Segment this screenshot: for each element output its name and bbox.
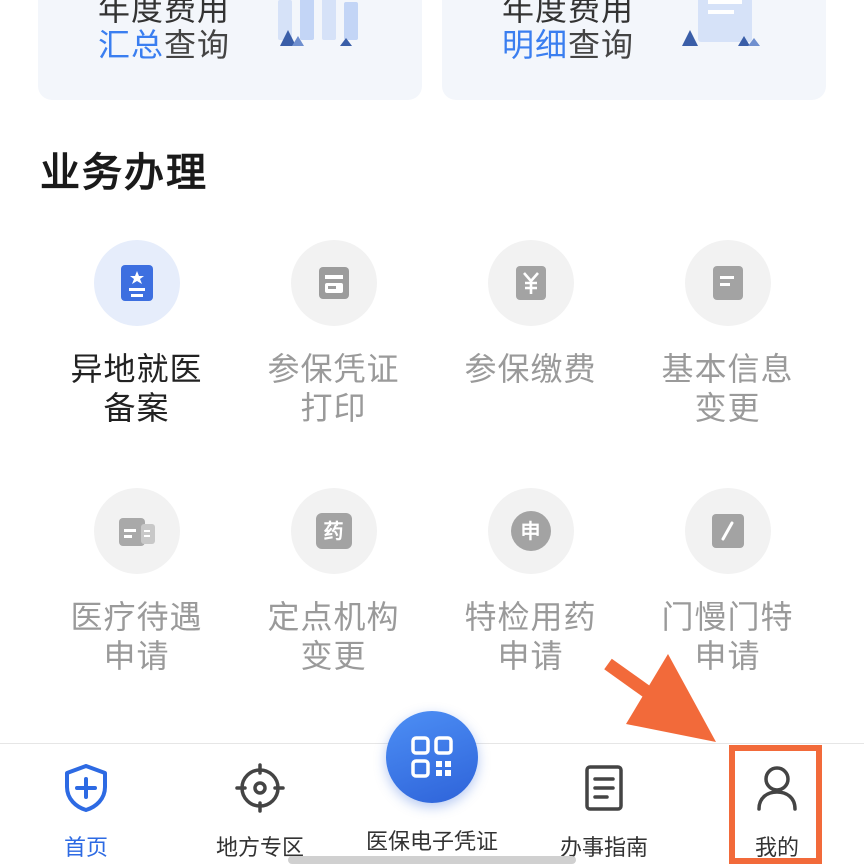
grid-item-remote-medical-filing[interactable]: 异地就医 备案 <box>38 240 235 428</box>
id-card-icon <box>93 240 180 326</box>
section-title: 业务办理 <box>40 150 208 196</box>
grid-item-basic-info-change[interactable]: 基本信息 变更 <box>629 240 826 428</box>
e-voucher-button[interactable] <box>386 711 478 803</box>
grid-item-designated-institution-change[interactable]: 药 定点机构 变更 <box>235 488 432 676</box>
annual-summary-card[interactable]: 年度费用 汇总查询 <box>38 0 422 100</box>
grid-item-chronic-special-disease-application[interactable]: 门慢门特 申请 <box>629 488 826 676</box>
grid-item-insurance-payment[interactable]: 参保缴费 <box>432 240 629 389</box>
card-subtitle: 汇总查询 <box>98 26 231 64</box>
nav-local-zone[interactable]: 地方专区 <box>180 762 340 862</box>
location-target-icon <box>180 762 340 814</box>
card-icon <box>93 488 180 574</box>
grid-item-label: 参保凭证 打印 <box>267 350 400 427</box>
printer-icon <box>290 240 377 326</box>
annual-detail-card[interactable]: 年度费用 明细查询 <box>442 0 826 100</box>
qr-code-icon <box>411 736 453 778</box>
card-subtitle: 明细查询 <box>502 26 635 64</box>
grid-item-label: 参保缴费 <box>464 350 597 388</box>
grid-item-special-exam-drug-application[interactable]: 申 特检用药 申请 <box>432 488 629 676</box>
document-illustration-icon <box>682 0 760 46</box>
nav-home[interactable]: 首页 <box>6 762 166 862</box>
grid-item-label: 异地就医 备案 <box>70 350 203 427</box>
home-indicator <box>288 856 576 864</box>
nav-guide[interactable]: 办事指南 <box>524 762 684 862</box>
grid-item-label: 医疗待遇 申请 <box>70 598 203 675</box>
medicine-icon: 药 <box>290 488 377 574</box>
yuan-icon <box>487 240 574 326</box>
apply-icon: 申 <box>487 488 574 574</box>
e-voucher-label: 医保电子凭证 <box>365 830 498 855</box>
annotation-highlight-box <box>729 745 822 864</box>
grid-item-medical-benefit-application[interactable]: 医疗待遇 申请 <box>38 488 235 676</box>
grid-item-label: 定点机构 变更 <box>267 598 400 675</box>
shield-plus-icon <box>6 762 166 814</box>
document-icon <box>684 240 771 326</box>
edit-icon <box>684 488 771 574</box>
guide-document-icon <box>524 762 684 814</box>
bar-chart-illustration-icon <box>278 0 358 46</box>
grid-item-insurance-certificate-print[interactable]: 参保凭证 打印 <box>235 240 432 428</box>
annotation-arrow-icon <box>604 654 716 742</box>
grid-item-label: 基本信息 变更 <box>661 350 794 427</box>
